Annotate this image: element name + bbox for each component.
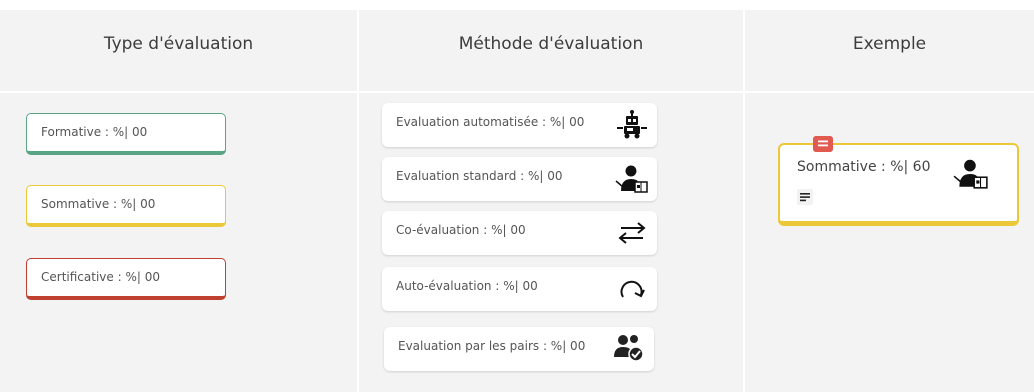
type-card-sommative[interactable]: Sommative : %| 00	[26, 185, 226, 227]
teacher-icon	[615, 165, 648, 193]
evaluation-board: Type d'évaluation Méthode d'évaluation E…	[0, 0, 1034, 392]
header-divider	[0, 91, 1034, 93]
method-card-automated[interactable]: Evaluation automatisée : %| 00	[382, 103, 657, 147]
method-card-co-evaluation[interactable]: Co-évaluation : %| 00	[382, 211, 657, 255]
swap-arrows-icon	[618, 222, 646, 244]
method-card-standard[interactable]: Evaluation standard : %| 00	[382, 157, 657, 201]
redo-arrow-icon	[620, 280, 645, 298]
example-card-label: Sommative : %| 60	[797, 159, 931, 175]
teacher-icon	[953, 159, 988, 189]
type-card-label: Sommative : %| 00	[41, 197, 156, 211]
method-card-label: Evaluation automatisée : %| 00	[396, 115, 585, 129]
peer-check-icon	[614, 335, 644, 362]
method-card-peer-evaluation[interactable]: Evaluation par les pairs : %| 00	[384, 327, 654, 371]
type-card-certificative[interactable]: Certificative : %| 00	[26, 258, 226, 300]
example-column-title: Exemple	[852, 34, 927, 54]
method-card-self-evaluation[interactable]: Auto-évaluation : %| 00	[382, 267, 657, 311]
comment-icon[interactable]	[813, 136, 833, 152]
method-card-label: Evaluation par les pairs : %| 00	[398, 339, 586, 353]
type-column-title: Type d'évaluation	[103, 34, 254, 54]
notes-icon[interactable]	[797, 189, 813, 205]
method-column-title: Méthode d'évaluation	[458, 34, 644, 54]
type-card-formative[interactable]: Formative : %| 00	[26, 113, 226, 155]
type-card-label: Formative : %| 00	[41, 125, 148, 139]
example-card[interactable]: Sommative : %| 60	[778, 143, 1019, 226]
method-card-label: Co-évaluation : %| 00	[396, 223, 526, 237]
robot-icon	[617, 110, 647, 139]
type-card-label: Certificative : %| 00	[41, 270, 160, 284]
method-card-label: Evaluation standard : %| 00	[396, 169, 563, 183]
method-card-label: Auto-évaluation : %| 00	[396, 279, 538, 293]
